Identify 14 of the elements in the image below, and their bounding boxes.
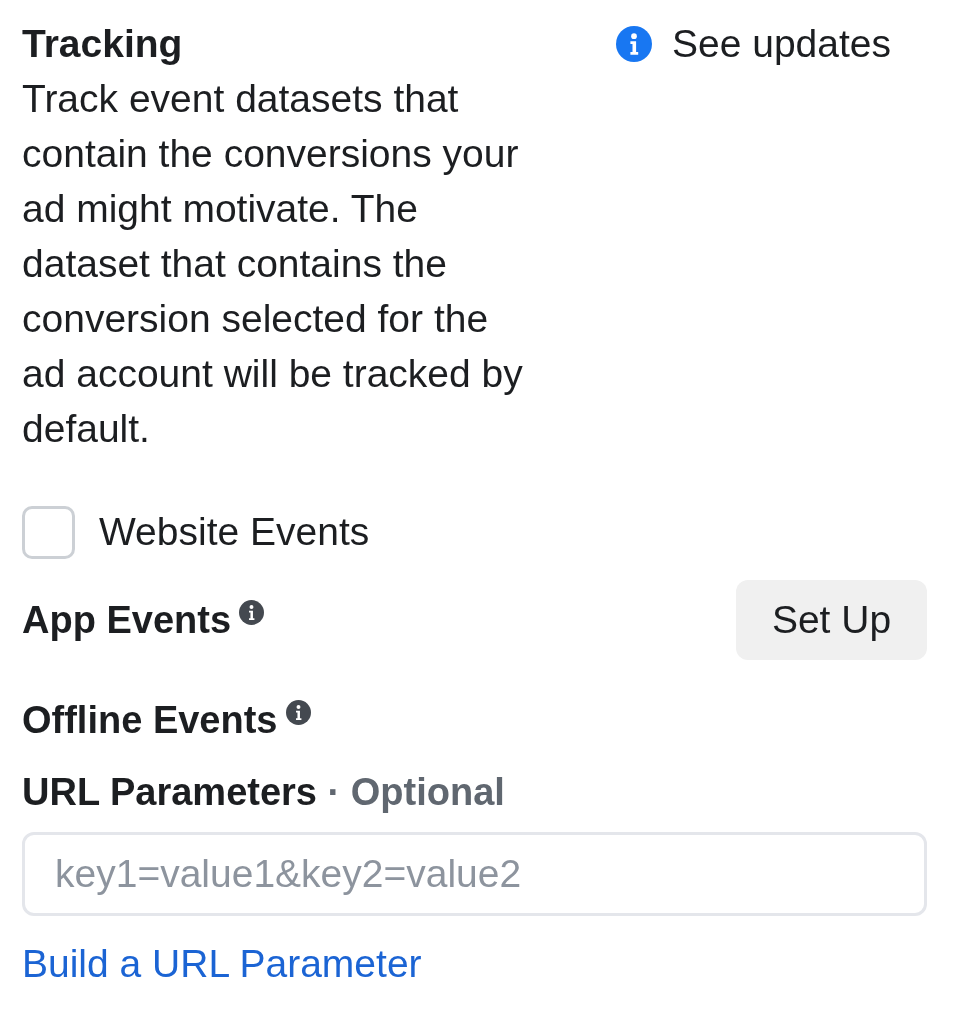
- info-icon: [239, 600, 265, 625]
- url-parameters-field[interactable]: key1=value1&key2=value2: [22, 832, 927, 916]
- event-label: Offline Events: [22, 698, 278, 743]
- checkbox[interactable]: [22, 505, 75, 559]
- info-icon: [616, 25, 652, 62]
- checkbox-label: Website Events: [99, 509, 370, 555]
- section-description: Track event datasets that contain the conversions your ad might motivate. The dataset that contains the conversion selected for the ad account will be tracked by default.: [22, 76, 524, 452]
- section-title: Tracking: [22, 21, 184, 67]
- field-label: URL Parameters · Optional: [22, 770, 506, 815]
- see-updates-link[interactable]: See updates: [616, 16, 891, 71]
- info-icon: [285, 700, 311, 725]
- build-url-parameter-link[interactable]: Build a URL Parameter: [22, 938, 422, 990]
- event-label: App Events: [22, 598, 232, 643]
- set-up-button[interactable]: Set Up: [736, 580, 927, 660]
